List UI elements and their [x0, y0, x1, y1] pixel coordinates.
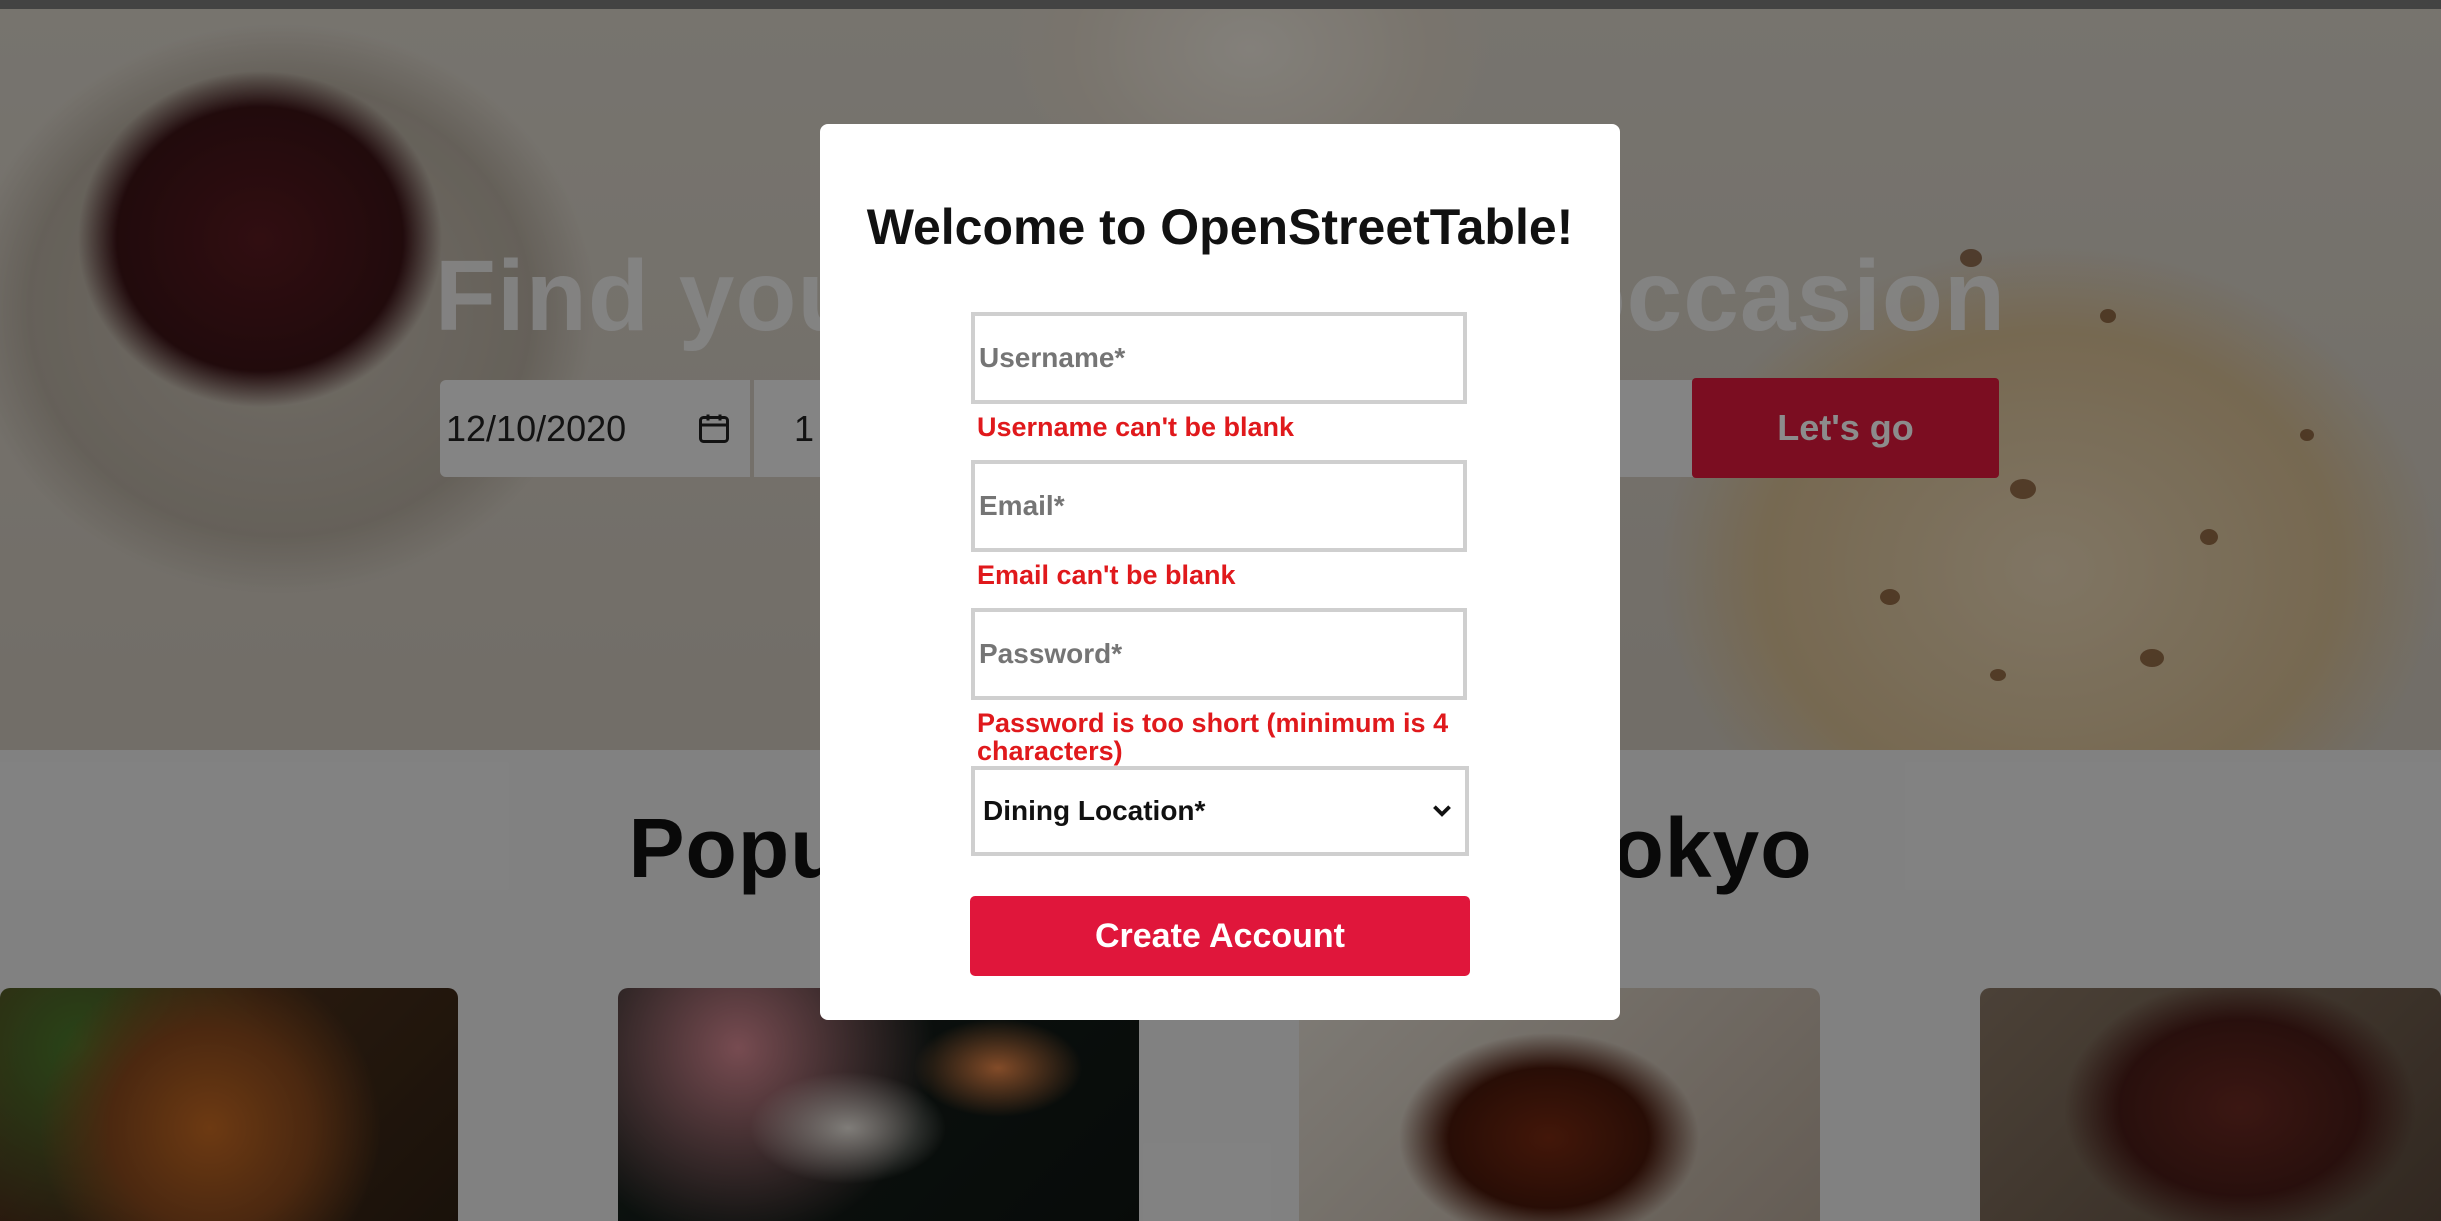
- dining-location-select[interactable]: Dining Location*: [971, 766, 1469, 856]
- email-input[interactable]: [971, 460, 1467, 552]
- dining-location-value: Dining Location*: [983, 795, 1206, 826]
- create-account-button[interactable]: Create Account: [970, 896, 1470, 976]
- password-error: Password is too short (minimum is 4 char…: [977, 708, 1449, 766]
- modal-title: Welcome to OpenStreetTable!: [866, 199, 1574, 255]
- email-error: Email can't be blank: [977, 560, 1236, 590]
- password-input[interactable]: [971, 608, 1467, 700]
- username-input[interactable]: [971, 312, 1467, 404]
- signup-modal: Welcome to OpenStreetTable! Username can…: [820, 124, 1620, 1020]
- chevron-down-icon: [1433, 805, 1451, 817]
- username-error: Username can't be blank: [977, 412, 1295, 442]
